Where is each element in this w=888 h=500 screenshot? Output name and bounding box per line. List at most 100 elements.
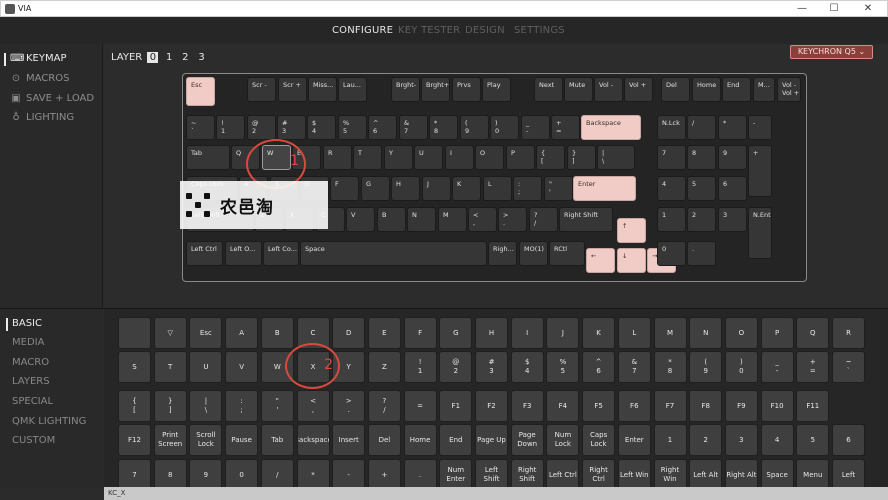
key-0-6[interactable]: Brght+ — [421, 77, 450, 102]
keycode-2-3[interactable]: : ; — [225, 390, 259, 422]
key-4-4[interactable]: V — [346, 207, 375, 232]
keycode-2-13[interactable]: F5 — [582, 390, 616, 422]
key-1-12[interactable]: + = — [551, 115, 580, 140]
keycode-2-4[interactable]: " ' — [260, 390, 294, 422]
key-5-4[interactable]: Righ... — [488, 241, 517, 266]
keycode-1-0[interactable]: S — [118, 351, 151, 383]
keycode-1-10[interactable]: # 3 — [475, 351, 508, 383]
key-2-14[interactable]: 7 — [657, 145, 686, 170]
key-3-13[interactable]: 4 — [657, 176, 686, 201]
key-4-5[interactable]: B — [377, 207, 406, 232]
key-3-7[interactable]: J — [422, 176, 451, 201]
keycode-0-7[interactable]: E — [367, 317, 401, 349]
key-2-4[interactable]: R — [323, 145, 352, 170]
key-5-6[interactable]: RCtl — [549, 241, 585, 266]
keycode-3-19[interactable]: 5 — [796, 424, 830, 456]
keycode-3-8[interactable]: Home — [403, 424, 437, 456]
keycode-2-16[interactable]: F8 — [689, 390, 723, 422]
keycode-3-11[interactable]: Page Down — [510, 424, 544, 456]
key-2-13[interactable]: | \ — [597, 145, 635, 170]
key-3-12[interactable]: Enter — [573, 176, 636, 201]
key-1-7[interactable]: & 7 — [399, 115, 428, 140]
key-4-14[interactable]: 2 — [687, 207, 716, 232]
key-1-14[interactable]: N.Lck — [657, 115, 686, 140]
keycode-3-2[interactable]: Scroll Lock — [189, 424, 223, 456]
keycode-3-1[interactable]: Print Screen — [153, 424, 187, 456]
keycode-0-2[interactable]: Esc — [189, 317, 223, 349]
category-qmk-lighting[interactable]: QMK LIGHTING — [12, 416, 86, 427]
keycode-0-18[interactable]: P — [760, 317, 794, 349]
keycode-3-3[interactable]: Pause — [225, 424, 259, 456]
keycode-3-14[interactable]: Enter — [617, 424, 651, 456]
keycode-1-3[interactable]: V — [225, 351, 259, 383]
key-5-1[interactable]: Left O... — [225, 241, 262, 266]
keycode-2-14[interactable]: F6 — [617, 390, 651, 422]
key-0-14[interactable]: Home — [692, 77, 721, 102]
key-0-5[interactable]: Brght- — [391, 77, 420, 102]
keycode-0-14[interactable]: L — [617, 317, 651, 349]
keycode-1-16[interactable]: ( 9 — [689, 351, 723, 383]
keycode-3-0[interactable]: F12 — [118, 424, 151, 456]
key-1-3[interactable]: # 3 — [277, 115, 306, 140]
key-1-13[interactable]: Backspace — [581, 115, 641, 140]
tab-settings[interactable]: SETTINGS — [514, 25, 565, 36]
key-2-17[interactable]: + — [748, 145, 772, 197]
key-0-15[interactable]: End — [722, 77, 751, 102]
key-3-10[interactable]: : ; — [513, 176, 542, 201]
key-1-15[interactable]: / — [687, 115, 716, 140]
keycode-2-10[interactable]: F2 — [475, 390, 508, 422]
key-3-5[interactable]: G — [361, 176, 390, 201]
keycode-0-19[interactable]: Q — [796, 317, 830, 349]
key-1-5[interactable]: % 5 — [338, 115, 367, 140]
keycode-3-17[interactable]: 3 — [724, 424, 758, 456]
category-layers[interactable]: LAYERS — [12, 376, 50, 387]
keycode-0-3[interactable]: A — [225, 317, 259, 349]
key-2-12[interactable]: } ] — [567, 145, 596, 170]
keycode-0-8[interactable]: F — [403, 317, 437, 349]
key-2-10[interactable]: P — [506, 145, 535, 170]
keycode-0-13[interactable]: K — [582, 317, 616, 349]
maximize-button[interactable]: ☐ — [819, 2, 849, 16]
key-5-11[interactable]: . — [687, 241, 716, 266]
keycode-1-17[interactable]: ) 0 — [724, 351, 758, 383]
layer-0-button[interactable]: 0 — [147, 52, 159, 63]
key-4-15[interactable]: 3 — [718, 207, 747, 232]
category-basic[interactable]: BASIC — [6, 318, 42, 331]
key-5-7[interactable]: ← — [586, 248, 615, 273]
key-4-10[interactable]: ? / — [529, 207, 558, 232]
key-2-8[interactable]: I — [445, 145, 474, 170]
minimize-button[interactable]: — — [787, 2, 817, 16]
key-3-9[interactable]: L — [483, 176, 512, 201]
key-4-11[interactable]: Right Shift — [559, 207, 613, 232]
keycode-3-20[interactable]: 6 — [832, 424, 865, 456]
key-1-17[interactable]: - — [748, 115, 772, 140]
layer-3-button[interactable]: 3 — [196, 52, 207, 63]
keycode-1-8[interactable]: ! 1 — [403, 351, 437, 383]
key-1-9[interactable]: ( 9 — [460, 115, 489, 140]
key-5-0[interactable]: Left Ctrl — [186, 241, 223, 266]
keycode-1-12[interactable]: % 5 — [546, 351, 580, 383]
keycode-3-9[interactable]: End — [439, 424, 473, 456]
keycode-1-15[interactable]: * 8 — [653, 351, 687, 383]
close-button[interactable]: ✕ — [853, 2, 883, 16]
key-0-9[interactable]: Next — [534, 77, 563, 102]
keycode-0-15[interactable]: M — [653, 317, 687, 349]
key-3-14[interactable]: 5 — [687, 176, 716, 201]
keycode-3-16[interactable]: 2 — [689, 424, 723, 456]
key-4-16[interactable]: N.Ent — [748, 207, 772, 259]
keycode-2-2[interactable]: | \ — [189, 390, 223, 422]
keycode-0-0[interactable] — [118, 317, 151, 349]
key-1-4[interactable]: $ 4 — [307, 115, 336, 140]
key-1-8[interactable]: * 8 — [429, 115, 458, 140]
keycode-0-17[interactable]: O — [724, 317, 758, 349]
category-special[interactable]: SPECIAL — [12, 396, 53, 407]
key-0-1[interactable]: Scr - — [247, 77, 276, 102]
category-macro[interactable]: MACRO — [12, 357, 49, 368]
keycode-1-9[interactable]: @ 2 — [439, 351, 473, 383]
key-0-13[interactable]: Del — [661, 77, 690, 102]
layer-2-button[interactable]: 2 — [180, 52, 191, 63]
keyboard-selector[interactable]: KEYCHRON Q5 ⌄ — [790, 45, 873, 59]
keycode-2-12[interactable]: F4 — [546, 390, 580, 422]
key-0-7[interactable]: Prvs — [452, 77, 481, 102]
keycode-3-15[interactable]: 1 — [653, 424, 687, 456]
